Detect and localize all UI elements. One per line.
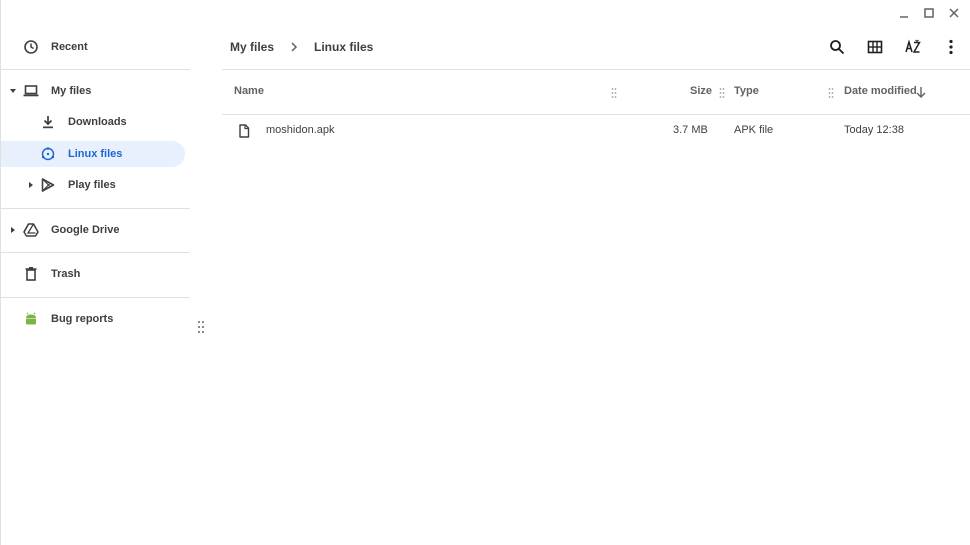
column-header-name[interactable]: Name	[234, 85, 264, 97]
sidebar-item-label: Google Drive	[51, 224, 120, 236]
file-list: Name Size Type Date modified moshidon.ap…	[222, 69, 970, 545]
file-icon	[239, 124, 250, 138]
close-button[interactable]	[941, 4, 966, 22]
file-date-modified: Today 12:38	[844, 124, 904, 136]
sidebar-item-label: Downloads	[68, 116, 127, 128]
column-resize-handle[interactable]	[611, 87, 617, 99]
more-vertical-icon	[949, 39, 953, 55]
sidebar-item-bug-reports[interactable]: Bug reports	[1, 306, 185, 332]
sidebar-resize-handle[interactable]	[197, 320, 205, 334]
download-icon	[40, 114, 56, 130]
maximize-button[interactable]	[916, 4, 941, 22]
chevron-down-icon[interactable]	[8, 86, 18, 96]
sidebar-item-label: My files	[51, 85, 92, 97]
chevron-right-icon[interactable]	[26, 180, 36, 190]
sidebar-divider	[1, 252, 190, 253]
column-header-size[interactable]: Size	[690, 85, 712, 97]
drag-handle-icon	[198, 321, 204, 333]
column-resize-handle[interactable]	[828, 87, 834, 99]
sort-az-icon	[905, 39, 921, 53]
file-type: APK file	[734, 124, 774, 136]
grid-view-button[interactable]	[863, 35, 887, 59]
close-icon	[948, 8, 959, 18]
sidebar-item-downloads[interactable]: Downloads	[1, 109, 185, 135]
breadcrumb-my-files[interactable]: My files	[222, 40, 282, 54]
column-header-type[interactable]: Type	[734, 85, 759, 97]
clock-icon	[23, 39, 39, 55]
file-name: moshidon.apk	[266, 124, 335, 136]
sidebar-divider	[1, 69, 190, 70]
linux-icon	[40, 146, 56, 162]
sidebar-item-label: Bug reports	[51, 313, 114, 325]
table-header: Name Size Type Date modified	[222, 70, 970, 115]
maximize-icon	[923, 8, 934, 18]
file-size: 3.7 MB	[673, 124, 708, 136]
sidebar-item-label: Linux files	[68, 148, 123, 160]
sidebar-divider	[1, 297, 190, 298]
breadcrumb: My files Linux files	[222, 36, 381, 58]
sidebar-item-linux-files[interactable]: Linux files	[1, 141, 185, 167]
search-icon	[830, 40, 845, 55]
sidebar-item-recent[interactable]: Recent	[1, 34, 185, 60]
sidebar: Recent My files Downloads Linux files Pl…	[0, 0, 190, 545]
minimize-icon	[899, 16, 908, 18]
sidebar-item-label: Play files	[68, 179, 116, 191]
sidebar-item-label: Recent	[51, 41, 88, 53]
trash-icon	[23, 266, 39, 282]
chevron-right-icon[interactable]	[8, 225, 18, 235]
sidebar-divider	[1, 208, 190, 209]
sidebar-item-play-files[interactable]: Play files	[1, 172, 185, 198]
breadcrumb-linux-files[interactable]: Linux files	[306, 40, 381, 54]
sidebar-item-label: Trash	[51, 268, 81, 280]
table-row[interactable]: moshidon.apk 3.7 MB APK file Today 12:38	[222, 116, 970, 146]
grid-view-icon	[867, 40, 883, 54]
drive-icon	[23, 222, 39, 238]
sort-button[interactable]	[901, 35, 925, 59]
column-resize-handle[interactable]	[719, 87, 725, 99]
column-header-date-modified[interactable]: Date modified	[844, 85, 917, 97]
search-button[interactable]	[825, 35, 849, 59]
sidebar-item-my-files[interactable]: My files	[1, 78, 185, 104]
minimize-button[interactable]	[891, 4, 916, 22]
android-icon	[23, 311, 39, 327]
laptop-icon	[23, 83, 39, 99]
sidebar-item-google-drive[interactable]: Google Drive	[1, 217, 185, 243]
chevron-right-icon	[286, 39, 302, 55]
arrow-down-icon[interactable]	[914, 85, 928, 99]
more-options-button[interactable]	[939, 35, 963, 59]
window-controls	[891, 4, 966, 22]
play-icon	[40, 177, 56, 193]
sidebar-item-trash[interactable]: Trash	[1, 261, 185, 287]
